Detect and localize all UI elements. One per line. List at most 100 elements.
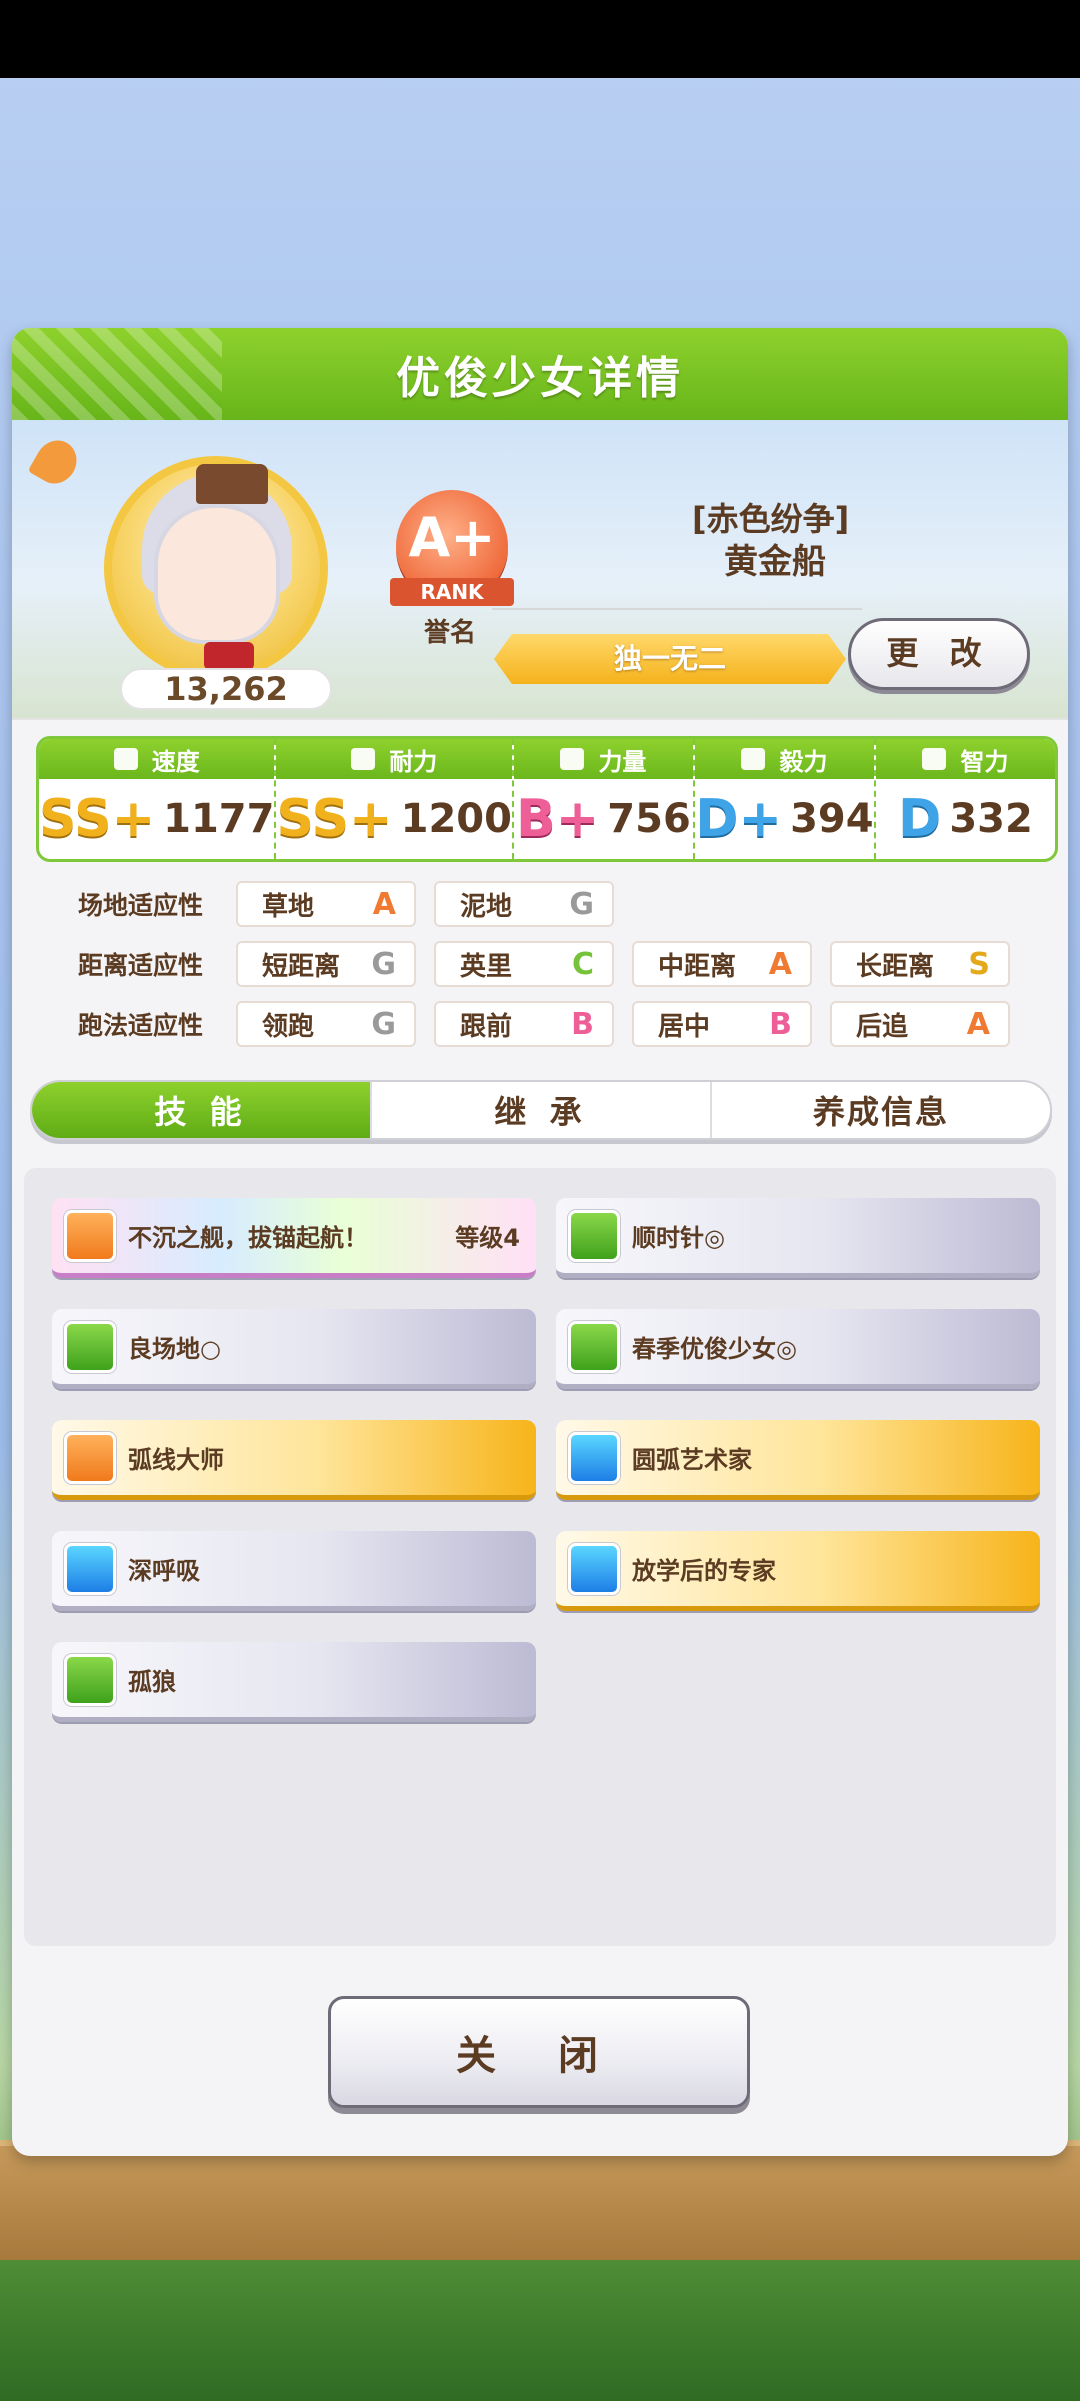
stat-power: 力量 B+ 756 [513,739,695,859]
stat-stamina: 耐力 SS+ 1200 [276,739,514,859]
title-divider [492,608,862,610]
skill-level: 等级4 [455,1224,520,1252]
tab-inheritance[interactable]: 继 承 [372,1082,712,1138]
muscle-icon [560,748,585,770]
aptitude-mile: 英里 C [434,941,614,987]
aptitude-grade: A [372,886,396,922]
aptitude-dirt: 泥地 G [434,881,614,927]
skill-name: 深呼吸 [128,1557,200,1585]
stat-value: 1177 [163,796,275,842]
green-skill-icon [64,1320,116,1373]
stat-wisdom: 智力 D 332 [875,739,1055,859]
orange-skill-icon [64,1431,116,1484]
aptitude-label: 跑法适应性 [78,1011,204,1040]
stat-grade: SS+ [276,789,393,849]
tab-skills[interactable]: 技 能 [32,1082,372,1138]
aptitude-front-runner: 领跑 G [236,1001,416,1047]
stat-value: 1200 [400,796,512,842]
aptitude-grade: C [571,946,594,982]
stat-label: 毅力 [779,747,828,776]
skill-name: 孤狼 [128,1668,176,1696]
aptitude-grade: G [569,886,594,922]
portrait-face [154,504,280,644]
tab-training-info[interactable]: 养成信息 [712,1082,1050,1138]
aptitude-end-closer: 后追 A [830,1001,1010,1047]
rank-ribbon: RANK [390,578,514,606]
stat-label: 耐力 [389,747,438,776]
green-skill-icon [64,1653,116,1706]
stat-label: 速度 [151,747,200,776]
skill-name: 弧线大师 [128,1446,224,1474]
skills-list: 不沉之舰，拔锚起航！ 等级4 顺时针◎ 良场地○ 春季优俊少女◎ 弧线大师 圆弧… [24,1168,1056,1946]
stat-grade: SS+ [39,789,156,849]
stat-grade: D+ [695,789,783,849]
skill-name: 春季优俊少女◎ [632,1335,797,1363]
stat-speed: 速度 SS+ 1177 [39,739,277,859]
aptitude-turf: 草地 A [236,881,416,927]
aptitude-grade: S [968,946,990,982]
skill-item[interactable]: 不沉之舰，拔锚起航！ 等级4 [52,1198,536,1278]
panel-title: 优俊少女详情 [12,328,1068,420]
skill-item[interactable]: 放学后的专家 [556,1531,1040,1611]
aptitude-grade: G [371,1006,396,1042]
aptitude-late-surger: 居中 B [632,1001,812,1047]
aptitude-label: 距离适应性 [78,951,204,980]
green-skill-icon [568,1209,620,1262]
background-grass [0,2260,1080,2401]
portrait-hat [196,464,268,504]
stats-table: 速度 SS+ 1177 耐力 SS+ 1200 力量 B+ 756 毅力 D+ 394 … [36,736,1058,862]
carrot-icon [27,432,85,492]
character-name: 黄金船 [724,542,826,582]
stat-label: 智力 [960,747,1009,776]
aptitude-long: 长距离 S [830,941,1010,987]
status-bar [0,0,1080,78]
profile-hero: 13,262 A+ RANK 誉名 [赤色纷争] 黄金船 独一无二 更 改 [12,420,1068,720]
blue-skill-icon [568,1431,620,1484]
aptitude-grade: A [966,1006,990,1042]
skill-name: 顺时针◎ [632,1224,725,1252]
aptitude-distance-row: 距离适应性 短距离 G 英里 C 中距离 A 长距离 S [36,940,1058,988]
flame-icon [741,748,766,770]
unique-title-banner: 独一无二 [494,634,846,684]
aptitude-grade: G [371,946,396,982]
blue-skill-icon [568,1542,620,1595]
skill-item[interactable]: 良场地○ [52,1309,536,1389]
blue-skill-icon [64,1542,116,1595]
skill-name: 圆弧艺术家 [632,1446,752,1474]
character-portrait[interactable] [104,456,328,680]
details-panel: 优俊少女详情 13,262 A+ RANK 誉名 [赤色纷争] 黄金船 独一无二… [12,328,1068,2156]
green-skill-icon [568,1320,620,1373]
stat-guts: 毅力 D+ 394 [694,739,876,859]
detail-tabs: 技 能 继 承 养成信息 [30,1080,1052,1140]
skill-item[interactable]: 顺时针◎ [556,1198,1040,1278]
aptitude-sprint: 短距离 G [236,941,416,987]
skill-item[interactable]: 孤狼 [52,1642,536,1722]
aptitude-medium: 中距离 A [632,941,812,987]
portrait-bow [204,642,254,670]
graduation-cap-icon [922,748,947,770]
heart-icon [351,748,376,770]
skill-item[interactable]: 春季优俊少女◎ [556,1309,1040,1389]
stat-grade: B+ [516,789,600,849]
skill-name: 不沉之舰，拔锚起航！ [128,1224,368,1252]
stat-grade: D [898,789,942,849]
close-button[interactable]: 关 闭 [328,1996,750,2108]
shoe-icon [113,748,138,770]
skill-name: 放学后的专家 [632,1557,776,1585]
aptitude-style-row: 跑法适应性 领跑 G 跟前 B 居中 B 后追 A [36,1000,1058,1048]
aptitude-label: 场地适应性 [78,891,204,920]
skill-name: 良场地○ [128,1335,221,1363]
unique-skill-icon [64,1209,116,1262]
aptitude-pace-chaser: 跟前 B [434,1001,614,1047]
stat-value: 756 [607,796,691,842]
evaluation-score: 13,262 [120,668,332,710]
skill-item[interactable]: 深呼吸 [52,1531,536,1611]
stat-value: 332 [949,796,1033,842]
stat-value: 394 [790,796,874,842]
background-fence [0,2140,1080,2260]
change-title-button[interactable]: 更 改 [848,618,1030,690]
aptitude-grade: B [769,1006,792,1042]
skill-item[interactable]: 弧线大师 [52,1420,536,1500]
skill-item[interactable]: 圆弧艺术家 [556,1420,1040,1500]
rank-caption: 誉名 [424,618,477,648]
